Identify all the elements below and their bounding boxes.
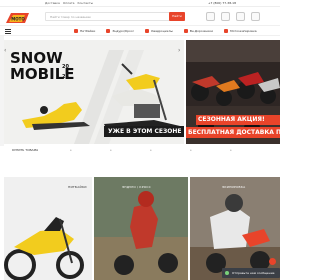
category-tiles: ПИТБАЙКИ ЭНДУРО / КРОСС ЭКИПИРОВКА bbox=[4, 177, 280, 280]
subnav-item[interactable]: • bbox=[230, 148, 232, 152]
tile-caption: ЭКИПИРОВКА bbox=[222, 185, 246, 189]
favorite-icon[interactable] bbox=[221, 12, 230, 21]
category-atv[interactable]: Квадроциклы bbox=[145, 29, 173, 33]
search-input[interactable]: Найти товар по названию bbox=[50, 15, 91, 19]
chevron-right-icon[interactable]: › bbox=[178, 48, 183, 54]
tile-gear[interactable]: ЭКИПИРОВКА bbox=[190, 177, 280, 280]
top-link[interactable]: Контакты bbox=[78, 1, 93, 5]
tile-enduro[interactable]: ЭНДУРО / КРОСС bbox=[94, 177, 188, 280]
chevron-left-icon[interactable]: ‹ bbox=[4, 48, 9, 54]
svg-text:MOTO: MOTO bbox=[11, 17, 25, 22]
phone-number[interactable]: +7 (800) 77-38-18 bbox=[208, 1, 236, 5]
subnav-item[interactable]: КУПИТЬ ТОВАРЫ bbox=[12, 148, 38, 152]
offroad-icon bbox=[183, 29, 188, 33]
atv-icon bbox=[145, 29, 150, 33]
gear-photo bbox=[190, 177, 280, 280]
banner-year-top: 20 bbox=[62, 64, 69, 70]
enduro-icon bbox=[106, 29, 111, 33]
category-gear[interactable]: Мотоэкипировка bbox=[224, 29, 257, 33]
subnav-item[interactable]: • bbox=[70, 148, 72, 152]
chat-label: Отправьте нам сообщение bbox=[232, 271, 275, 275]
category-offroad[interactable]: Вн.Дорожники bbox=[183, 29, 213, 33]
search-button[interactable]: Найти bbox=[169, 12, 185, 21]
banner-year-bottom: 25 bbox=[62, 74, 69, 80]
gear-icon bbox=[224, 29, 229, 33]
tile-caption: ЭНДУРО / КРОСС bbox=[122, 185, 151, 189]
tile-pitbikes[interactable]: ПИТБАЙКИ bbox=[4, 177, 92, 280]
top-bar: Доставка Оплата Контакты +7 (800) 77-38-… bbox=[0, 0, 280, 7]
sub-navigation: КУПИТЬ ТОВАРЫ • • • • • bbox=[0, 146, 280, 154]
scroll-top-button[interactable] bbox=[269, 258, 276, 265]
pitbike-photo bbox=[4, 177, 92, 280]
tile-caption: ПИТБАЙКИ bbox=[68, 185, 87, 189]
online-status-icon bbox=[225, 271, 229, 275]
chat-widget[interactable]: Отправьте нам сообщение bbox=[222, 268, 280, 278]
top-links: Доставка Оплата Контакты bbox=[45, 1, 93, 5]
banner-promo[interactable]: СЕЗОННАЯ АКЦИЯ! БЕСПЛАТНАЯ ДОСТАВКА ПО Р bbox=[186, 40, 280, 144]
category-pitbikes[interactable]: Питбайки bbox=[74, 29, 95, 33]
cart-icon[interactable] bbox=[251, 12, 260, 21]
promo-line-1: СЕЗОННАЯ АКЦИЯ! bbox=[196, 115, 280, 125]
subnav-item[interactable]: • bbox=[150, 148, 152, 152]
banner-snowmobile[interactable]: SNOW MOBILE 20 25 УЖЕ В ЭТОМ СЕЗОНЕ bbox=[4, 40, 184, 144]
search-bar[interactable]: Найти товар по названию Найти bbox=[45, 12, 185, 21]
top-link[interactable]: Доставка bbox=[45, 1, 60, 5]
category-list: Питбайки Эндуро/Кросс Квадроциклы Вн.Дор… bbox=[74, 29, 257, 33]
compare-icon[interactable] bbox=[206, 12, 215, 21]
subnav-item[interactable]: • bbox=[110, 148, 112, 152]
hamburger-icon[interactable] bbox=[5, 29, 11, 34]
category-enduro[interactable]: Эндуро/Кросс bbox=[106, 29, 134, 33]
enduro-photo bbox=[94, 177, 188, 280]
header-icons bbox=[206, 12, 260, 21]
promo-line-2: БЕСПЛАТНАЯ ДОСТАВКА ПО Р bbox=[186, 127, 280, 138]
account-icon[interactable] bbox=[236, 12, 245, 21]
category-bar: Питбайки Эндуро/Кросс Квадроциклы Вн.Дор… bbox=[0, 25, 280, 36]
pitbike-icon bbox=[74, 29, 78, 33]
subnav-item[interactable]: • bbox=[190, 148, 192, 152]
top-link[interactable]: Оплата bbox=[63, 1, 75, 5]
logo[interactable]: MOTO bbox=[5, 11, 31, 25]
banner-caption: УЖЕ В ЭТОМ СЕЗОНЕ bbox=[104, 126, 184, 137]
